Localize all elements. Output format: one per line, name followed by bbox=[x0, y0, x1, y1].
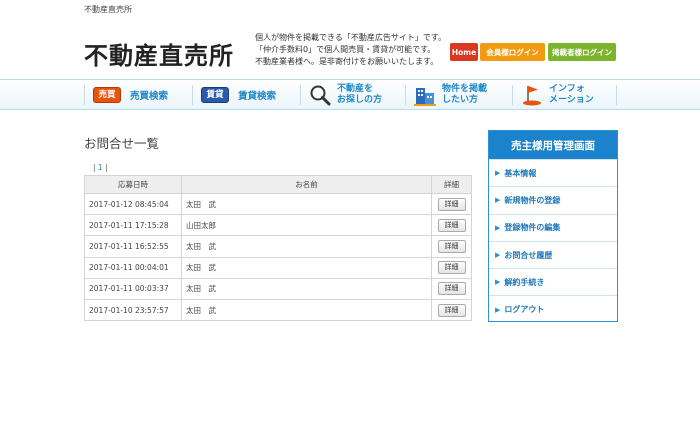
nav-separator bbox=[300, 85, 301, 105]
pager-close: | bbox=[105, 163, 108, 172]
row-detail-cell: 詳細 bbox=[431, 192, 472, 216]
nav-post-property[interactable]: 物件を掲載 したい方 bbox=[414, 83, 487, 107]
nav-separator bbox=[512, 85, 513, 105]
sidebar-title: 売主様用管理画面 bbox=[489, 131, 617, 159]
nav-post-line2: したい方 bbox=[442, 95, 479, 105]
building-icon bbox=[414, 88, 436, 106]
row-detail-cell: 詳細 bbox=[431, 214, 472, 237]
row-name: 太田 武 bbox=[181, 277, 432, 300]
row-date: 2017-01-11 00:04:01 bbox=[84, 256, 182, 279]
sidebar-item-label: 解約手続き bbox=[504, 277, 545, 287]
sidebar-item-new-property[interactable]: ▶ 新規物件の登録 bbox=[489, 186, 617, 213]
sidebar-item-label: 登録物件の編集 bbox=[504, 223, 561, 233]
arrow-right-icon: ▶ bbox=[495, 223, 501, 232]
poster-login-button[interactable]: 掲載者様ログイン bbox=[548, 43, 616, 61]
sidebar-item-basic-info[interactable]: ▶ 基本情報 bbox=[489, 159, 617, 186]
nav-sale-search[interactable]: 売買 売買検索 bbox=[93, 83, 168, 107]
row-name: 太田 武 bbox=[181, 235, 432, 258]
table-row: 2017-01-11 00:04:01 太田 武 詳細 bbox=[84, 256, 472, 279]
nav-separator bbox=[405, 85, 406, 105]
row-date: 2017-01-10 23:57:57 bbox=[84, 298, 182, 322]
nav-info-line1: インフォ bbox=[549, 84, 585, 94]
sidebar-item-label: お問合せ履歴 bbox=[504, 250, 553, 260]
table-header-row: 応募日時 お名前 詳細 bbox=[84, 175, 472, 194]
nav-separator bbox=[192, 85, 193, 105]
row-detail-cell: 詳細 bbox=[431, 298, 472, 322]
nav-information[interactable]: インフォ メーション bbox=[521, 83, 594, 107]
sidebar-item-logout[interactable]: ▶ ログアウト bbox=[489, 295, 617, 322]
row-name: 太田 武 bbox=[181, 192, 432, 216]
table-row: 2017-01-11 16:52:55 太田 武 詳細 bbox=[84, 235, 472, 258]
row-detail-cell: 詳細 bbox=[431, 256, 472, 279]
row-detail-cell: 詳細 bbox=[431, 277, 472, 300]
detail-button[interactable]: 詳細 bbox=[437, 303, 466, 317]
desc-line: 不動産業者様へ。是非寄付けをお願いいたします。 bbox=[255, 57, 439, 66]
seller-admin-sidebar: 売主様用管理画面 ▶ 基本情報 ▶ 新規物件の登録 ▶ 登録物件の編集 ▶ お問合せ履歴… bbox=[488, 130, 618, 322]
nav-separator bbox=[84, 85, 85, 105]
table-row: 2017-01-12 08:45:04 太田 武 詳細 bbox=[84, 192, 472, 216]
desc-line: 個人が物件を掲載できる「不動産広告サイト」です。 bbox=[255, 33, 447, 42]
sidebar-item-label: ログアウト bbox=[504, 305, 545, 315]
table-row: 2017-01-11 17:15:28 山田太郎 詳細 bbox=[84, 214, 472, 237]
rent-tag: 賃貸 bbox=[201, 87, 229, 103]
detail-button[interactable]: 詳細 bbox=[437, 282, 466, 296]
detail-button[interactable]: 詳細 bbox=[437, 239, 466, 253]
table-row: 2017-01-10 23:57:57 太田 武 詳細 bbox=[84, 298, 472, 322]
row-date: 2017-01-11 16:52:55 bbox=[84, 235, 182, 258]
site-logo[interactable]: 不動産直売所 bbox=[84, 36, 234, 71]
detail-button[interactable]: 詳細 bbox=[437, 218, 466, 232]
table-row: 2017-01-11 00:03:37 太田 武 詳細 bbox=[84, 277, 472, 300]
nav-separator bbox=[616, 85, 617, 105]
sidebar-item-label: 基本情報 bbox=[504, 168, 537, 178]
detail-button[interactable]: 詳細 bbox=[437, 197, 466, 211]
inquiry-table: 応募日時 お名前 詳細 2017-01-12 08:45:04 太田 武 詳細 … bbox=[84, 175, 472, 322]
sale-tag: 売買 bbox=[93, 87, 121, 103]
home-button[interactable]: Home bbox=[450, 43, 478, 61]
arrow-right-icon: ▶ bbox=[495, 251, 501, 260]
flag-icon bbox=[523, 86, 541, 106]
pager-page-1[interactable]: 1 bbox=[98, 163, 103, 172]
detail-button[interactable]: 詳細 bbox=[437, 261, 466, 275]
arrow-right-icon: ▶ bbox=[495, 169, 501, 178]
nav-sale-label: 売買検索 bbox=[130, 91, 169, 102]
sidebar-item-edit-property[interactable]: ▶ 登録物件の編集 bbox=[489, 213, 617, 241]
site-description: 個人が物件を掲載できる「不動産広告サイト」です。 「仲介手数料0」で個人間売買・… bbox=[255, 32, 450, 68]
arrow-right-icon: ▶ bbox=[495, 305, 501, 314]
row-date: 2017-01-11 00:03:37 bbox=[84, 277, 182, 300]
desc-line: 「仲介手数料0」で個人間売買・賃貸が可能です。 bbox=[255, 45, 436, 54]
pagination: | 1 | bbox=[93, 163, 108, 172]
magnifier-icon bbox=[310, 85, 331, 106]
nav-find-property[interactable]: 不動産を お探しの方 bbox=[309, 83, 382, 107]
nav-post-label: 物件を掲載 したい方 bbox=[442, 84, 487, 106]
row-detail-cell: 詳細 bbox=[431, 235, 472, 258]
arrow-right-icon: ▶ bbox=[495, 278, 501, 287]
col-header-date: 応募日時 bbox=[84, 175, 182, 194]
page-title: お問合せ一覧 bbox=[84, 136, 160, 151]
sidebar-item-cancel[interactable]: ▶ 解約手続き bbox=[489, 268, 617, 295]
arrow-right-icon: ▶ bbox=[495, 196, 501, 205]
row-name: 太田 武 bbox=[181, 256, 432, 279]
member-login-button[interactable]: 会員様ログイン bbox=[480, 43, 545, 61]
nav-info-label: インフォ メーション bbox=[549, 84, 594, 106]
nav-find-line2: お探しの方 bbox=[337, 95, 383, 105]
row-date: 2017-01-12 08:45:04 bbox=[84, 192, 182, 216]
col-header-detail: 詳細 bbox=[431, 175, 472, 194]
nav-rent-search[interactable]: 賃貸 賃貸検索 bbox=[201, 83, 276, 107]
nav-post-line1: 物件を掲載 bbox=[442, 84, 488, 94]
row-name: 山田太郎 bbox=[181, 214, 432, 237]
nav-rent-label: 賃貸検索 bbox=[238, 91, 277, 102]
nav-info-line2: メーション bbox=[549, 95, 594, 105]
col-header-name: お名前 bbox=[181, 175, 432, 194]
site-topline: 不動産直売所 bbox=[84, 5, 132, 14]
nav-find-label: 不動産を お探しの方 bbox=[337, 84, 382, 106]
pager-open: | bbox=[93, 163, 96, 172]
row-name: 太田 武 bbox=[181, 298, 432, 322]
global-nav: 売買 売買検索 賃貸 賃貸検索 不動産を お探しの方 物件を掲載 したい方 イン… bbox=[0, 79, 700, 110]
row-date: 2017-01-11 17:15:28 bbox=[84, 214, 182, 237]
nav-find-line1: 不動産を bbox=[337, 84, 374, 94]
sidebar-item-label: 新規物件の登録 bbox=[504, 195, 561, 205]
sidebar-item-inquiry-history[interactable]: ▶ お問合せ履歴 bbox=[489, 240, 617, 268]
